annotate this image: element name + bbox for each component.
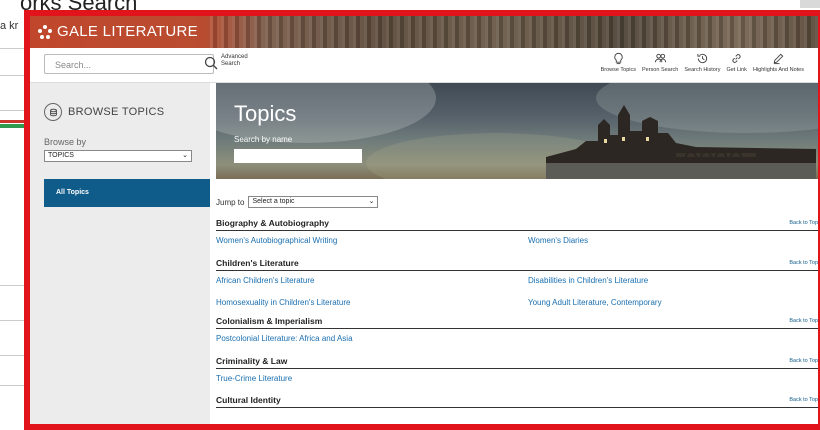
header-banner: GALE LITERATURE <box>30 16 818 48</box>
topic-section: Children's Literature Back to Top Africa… <box>216 258 818 307</box>
link-icon <box>732 54 741 63</box>
highlights-notes-button[interactable]: Highlights And Notes <box>753 52 804 73</box>
browse-topics-heading: BROWSE TOPICS <box>44 103 164 121</box>
browse-by-select[interactable]: TOPICS ⌄ <box>44 150 192 162</box>
section-header: Cultural Identity Back to Top <box>216 395 818 408</box>
gale-star-icon <box>38 24 52 39</box>
topic-link[interactable]: True-Crime Literature <box>216 374 292 383</box>
jump-to-label: Jump to <box>216 197 245 207</box>
search-by-name-input[interactable] <box>234 149 362 163</box>
tool-label: Person Search <box>641 67 679 73</box>
section-header: Colonialism & Imperialism Back to Top <box>216 316 818 329</box>
back-to-top-link[interactable]: Back to Top <box>789 220 818 226</box>
search-by-name-label: Search by name <box>234 135 293 144</box>
brand-name: GALE LITERATURE <box>57 23 198 40</box>
back-to-top-link[interactable]: Back to Top <box>789 397 818 403</box>
topic-section: Cultural Identity Back to Top <box>216 395 818 408</box>
topic-section: Colonialism & Imperialism Back to Top Po… <box>216 316 818 343</box>
lightbulb-icon <box>614 52 623 65</box>
background-window-edge <box>800 0 820 8</box>
browse-topics-button[interactable]: Browse Topics <box>601 52 636 73</box>
back-to-top-link[interactable]: Back to Top <box>789 260 818 266</box>
castle-illustration <box>546 105 816 179</box>
toolbar: Search... Advanced Search Browse Topics … <box>30 48 818 83</box>
topic-link[interactable]: Women's Autobiographical Writing <box>216 236 337 245</box>
section-title: Biography & Autobiography <box>216 218 330 228</box>
topic-link[interactable]: African Children's Literature <box>216 276 314 285</box>
back-to-top-link[interactable]: Back to Top <box>789 318 818 324</box>
section-header: Biography & Autobiography Back to Top <box>216 218 818 231</box>
jump-to: Jump to Select a topic ⌄ <box>216 196 379 208</box>
sidebar-item-all-topics[interactable]: All Topics <box>44 179 210 207</box>
section-title: Cultural Identity <box>216 395 281 405</box>
jump-to-value: Select a topic <box>252 198 295 205</box>
chevron-down-icon: ⌄ <box>182 152 188 159</box>
topic-section: Criminality & Law Back to Top True-Crime… <box>216 356 818 383</box>
gale-literature-window: GALE LITERATURE Search... Advanced Searc… <box>24 10 820 430</box>
gale-logo[interactable]: GALE LITERATURE <box>38 23 198 40</box>
topic-section: Biography & Autobiography Back to Top Wo… <box>216 218 818 245</box>
pencil-icon <box>773 53 784 65</box>
tool-label: Highlights And Notes <box>752 67 804 73</box>
topic-link[interactable]: Women's Diaries <box>528 236 588 245</box>
sidebar-heading-label: BROWSE TOPICS <box>68 106 165 118</box>
person-search-button[interactable]: Person Search <box>642 52 678 73</box>
people-icon <box>654 53 666 63</box>
search-input[interactable]: Search... <box>44 54 214 74</box>
tool-label: Search History <box>684 67 721 73</box>
topic-link[interactable]: Postcolonial Literature: Africa and Asia <box>216 334 353 343</box>
browse-by-label: Browse by <box>44 137 87 147</box>
advanced-search-link[interactable]: Advanced Search <box>221 54 251 68</box>
tool-label: Get Link <box>726 67 747 73</box>
background-search-fragment: a kr <box>0 20 19 32</box>
back-to-top-link[interactable]: Back to Top <box>789 358 818 364</box>
page-title: Topics <box>234 101 297 126</box>
chevron-down-icon: ⌄ <box>368 198 375 205</box>
get-link-button[interactable]: Get Link <box>726 52 747 73</box>
search-history-button[interactable]: Search History <box>684 52 720 73</box>
section-title: Criminality & Law <box>216 356 288 366</box>
topics-icon <box>44 103 62 121</box>
search-icon[interactable] <box>204 56 218 70</box>
tools-menu: Browse Topics Person Search Search Histo… <box>601 52 804 73</box>
tool-label: Browse Topics <box>600 67 636 73</box>
topic-link[interactable]: Disabilities in Children's Literature <box>528 276 648 285</box>
history-icon <box>697 53 708 64</box>
section-title: Colonialism & Imperialism <box>216 316 323 326</box>
section-header: Children's Literature Back to Top <box>216 258 818 271</box>
topic-link[interactable]: Young Adult Literature, Contemporary <box>528 298 662 307</box>
sidebar: BROWSE TOPICS Browse by TOPICS ⌄ All Top… <box>30 83 210 424</box>
topics-hero-banner: Topics Search by name <box>216 83 818 179</box>
topic-link[interactable]: Homosexuality in Children's Literature <box>216 298 350 307</box>
section-header: Criminality & Law Back to Top <box>216 356 818 369</box>
section-title: Children's Literature <box>216 258 299 268</box>
browse-by-value: TOPICS <box>48 152 74 159</box>
jump-to-select[interactable]: Select a topic ⌄ <box>248 196 379 208</box>
